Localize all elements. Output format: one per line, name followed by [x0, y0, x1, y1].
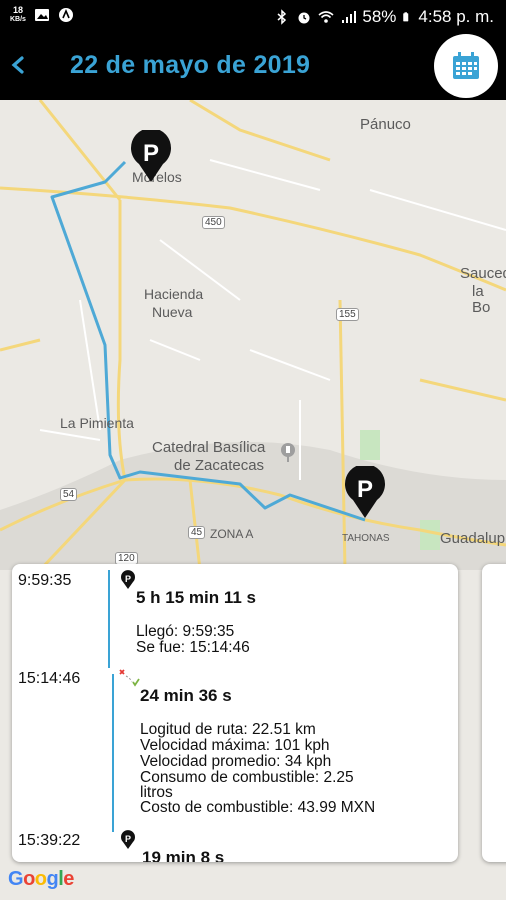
- highway-shield-155: 155: [336, 308, 359, 321]
- parking-icon: P: [121, 570, 135, 589]
- map-label-guadalupe: Guadalup: [440, 530, 506, 547]
- map-label-pimienta: La Pimienta: [60, 415, 134, 431]
- trip-duration: 24 min 36 s: [140, 686, 232, 705]
- trip-timeline-card[interactable]: 9:59:35 P 5 h 15 min 11 s Llegó: 9:59:35…: [12, 564, 458, 862]
- stop1-time: 9:59:35: [18, 572, 72, 589]
- alarm-icon: [298, 12, 310, 24]
- map-label-hacienda: Hacienda: [144, 286, 204, 302]
- svg-text:P: P: [357, 476, 373, 503]
- trip-fuel-cost: Costo de combustible: 43.99 MXN: [140, 799, 376, 816]
- map-label-hacienda-2: Nueva: [152, 304, 193, 320]
- trip-max-speed: Velocidad máxima: 101 kph: [140, 737, 330, 754]
- stop1-arrived: Llegó: 9:59:35: [136, 623, 235, 640]
- google-logo: Google: [8, 868, 74, 890]
- svg-text:P: P: [125, 574, 131, 584]
- highway-shield-45: 45: [188, 526, 206, 539]
- stop1-duration: 5 h 15 min 11 s: [136, 588, 257, 607]
- calendar-icon: [453, 52, 479, 79]
- network-speed: 18 KB/s: [10, 6, 26, 24]
- status-bar: 18 KB/s 58% 4:58 p. m.: [0, 0, 506, 34]
- network-speed-value: 18: [12, 5, 23, 15]
- trip-route-length: Logitud de ruta: 22.51 km: [140, 721, 316, 738]
- app-notification-icon: [58, 8, 73, 22]
- map-label-sauceda: Sauced: [460, 265, 506, 282]
- church-icon: [281, 443, 295, 462]
- map-label-tahonas: TAHONAS: [342, 533, 390, 544]
- stop2-time: 15:39:22: [18, 832, 81, 849]
- battery-icon: [403, 12, 409, 22]
- map-label-panuco: Pánuco: [360, 116, 411, 133]
- back-button[interactable]: [8, 50, 32, 80]
- highway-shield-450: 450: [202, 216, 225, 229]
- battery-percent: 58%: [362, 7, 397, 26]
- network-speed-unit: KB/s: [10, 16, 26, 23]
- clock: 4:58 p. m.: [418, 7, 494, 26]
- chevron-left-icon: [11, 56, 24, 74]
- wifi-icon: [318, 11, 334, 23]
- app-bar: 22 de mayo de 2019: [0, 34, 506, 100]
- map-label-zona-a: ZONA A: [210, 527, 254, 541]
- svg-text:P: P: [143, 140, 159, 167]
- map-label-catedral: Catedral Basílica: [152, 439, 266, 456]
- timeline-line: [108, 570, 110, 668]
- parking-marker-tahonas[interactable]: P: [343, 466, 387, 520]
- parking-icon: P: [121, 830, 135, 849]
- timeline-line-trip: [112, 674, 114, 832]
- trip-start-time: 15:14:46: [18, 670, 81, 687]
- trip-avg-speed: Velocidad promedio: 34 kph: [140, 753, 332, 770]
- calendar-button[interactable]: [434, 34, 498, 98]
- page-title: 22 de mayo de 2019: [70, 51, 311, 79]
- stop2-duration: 19 min 8 s: [142, 848, 225, 862]
- signal-icon: [342, 11, 357, 23]
- parking-marker-morelos[interactable]: P: [129, 130, 173, 184]
- map-label-sauceda-2: la Bo: [472, 283, 491, 316]
- gallery-icon: [34, 9, 49, 21]
- next-day-card[interactable]: [482, 564, 506, 862]
- stop1-left: Se fue: 15:14:46: [136, 639, 250, 656]
- svg-text:P: P: [125, 834, 131, 844]
- highway-shield-54: 54: [60, 488, 78, 501]
- bluetooth-icon: [277, 9, 287, 25]
- route-start-end-icon: [119, 669, 140, 687]
- map-label-catedral-2: de Zacatecas: [174, 457, 265, 474]
